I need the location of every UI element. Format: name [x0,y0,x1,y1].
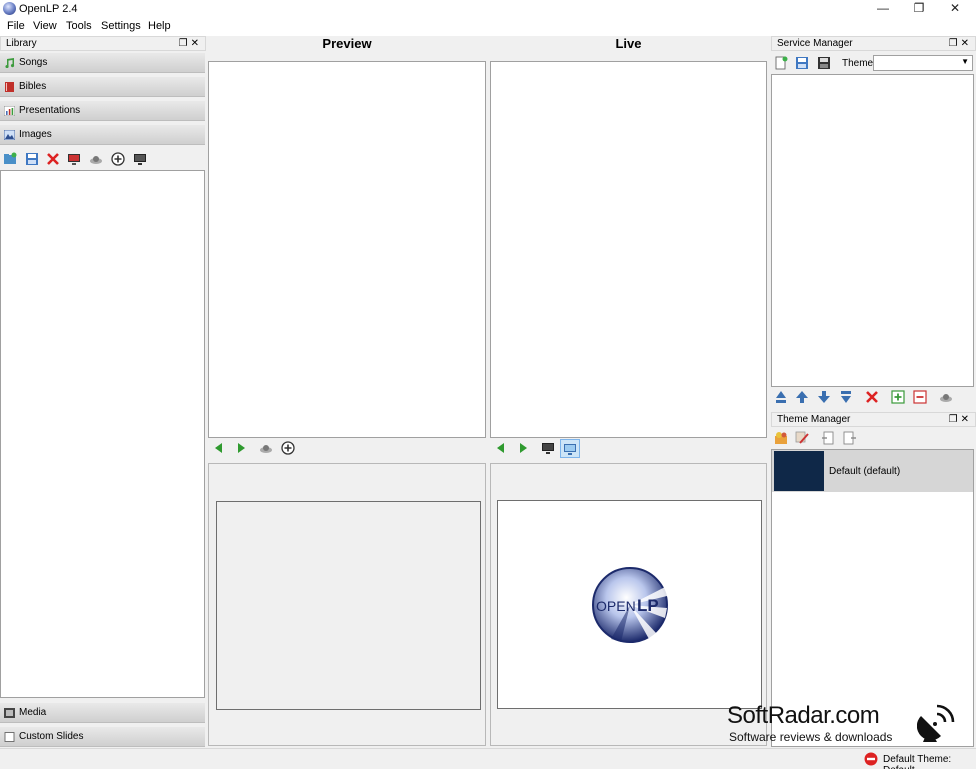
watermark-tagline: Software reviews & downloads [729,730,893,744]
theme-thumbnail [774,451,824,491]
section-label: Songs [19,57,48,68]
export-theme-icon[interactable] [843,431,857,445]
live-display: OPEN LP [497,500,762,709]
stop-icon [864,752,878,766]
blank-screen-icon[interactable] [541,441,555,455]
next-slide-icon[interactable] [234,441,248,455]
monitor-icon[interactable] [133,152,147,166]
library-dock-header: Library ❐✕ [0,36,206,51]
custom-slide-icon [4,732,15,742]
menu-file[interactable]: File [7,20,25,32]
menu-settings[interactable]: Settings [101,20,141,32]
service-manager-header: Service Manager ❐✕ [771,36,976,51]
section-label: Presentations [19,105,81,116]
openlp-app-icon [3,2,16,15]
menu-tools[interactable]: Tools [66,20,92,32]
add-to-service-icon[interactable] [281,441,295,455]
expand-all-icon[interactable] [891,390,905,404]
import-theme-icon[interactable] [821,431,835,445]
presentation-icon [4,106,15,116]
live-display-panel: OPEN LP [490,463,767,746]
theme-list-item[interactable]: Default (default) [772,450,973,492]
service-item-list[interactable] [771,74,974,387]
go-live-icon[interactable] [259,441,273,455]
logo-text-lp: LP [637,596,659,615]
title-bar: OpenLP 2.4 — ❐ ✕ [0,0,976,18]
edit-theme-icon[interactable] [795,431,809,445]
go-live-icon[interactable] [89,152,103,166]
film-icon [4,708,15,718]
bible-icon [5,82,14,92]
library-item-list[interactable] [0,170,205,698]
add-to-service-icon[interactable] [111,152,125,166]
softradar-watermark: SoftRadar.com Software reviews & downloa… [727,700,957,748]
logo-text-open: OPEN [596,598,636,614]
menu-help[interactable]: Help [148,20,171,32]
status-bar: Default Theme: Default [0,748,976,769]
previous-slide-icon[interactable] [494,441,508,455]
library-section-media[interactable]: Media [0,703,205,723]
live-title: Live [615,36,642,51]
close-window-button[interactable]: ✕ [932,0,976,18]
window-title: OpenLP 2.4 [19,3,78,15]
delete-item-icon[interactable] [865,390,879,404]
section-label: Custom Slides [19,731,84,742]
new-service-icon[interactable] [774,56,788,70]
move-to-top-icon[interactable] [774,390,788,404]
music-note-icon [5,58,15,68]
library-section-bibles[interactable]: Bibles [0,77,205,97]
preview-display [216,501,481,710]
save-service-icon[interactable] [817,56,831,70]
preview-slide-list[interactable] [208,61,486,438]
live-slide-list[interactable] [490,61,767,438]
new-folder-icon[interactable] [3,152,17,166]
show-desktop-toggle[interactable] [560,439,580,458]
chevron-down-icon: ▼ [961,57,969,66]
move-to-bottom-icon[interactable] [839,390,853,404]
library-section-songs[interactable]: Songs [0,53,205,73]
go-live-icon[interactable] [939,390,953,404]
satellite-dish-icon [917,704,955,742]
move-up-icon[interactable] [795,390,809,404]
service-theme-dropdown[interactable]: ▼ [873,55,973,71]
menu-view[interactable]: View [33,20,57,32]
library-dock-buttons[interactable]: ❐✕ [179,37,202,50]
library-section-images[interactable]: Images [0,125,205,145]
new-theme-icon[interactable] [774,431,788,445]
previous-slide-icon[interactable] [212,441,226,455]
theme-item-label: Default (default) [829,466,901,477]
theme-manager-header: Theme Manager ❐✕ [771,412,976,427]
theme-select-label: Theme: [842,58,876,69]
menu-bar: File View Tools Settings Help [0,18,976,36]
preview-title: Preview [322,36,372,51]
service-dock-buttons[interactable]: ❐✕ [949,37,972,50]
delete-icon[interactable] [46,152,60,166]
theme-manager-title: Theme Manager [777,414,851,425]
move-down-icon[interactable] [817,390,831,404]
desktop-icon [564,444,576,455]
library-title: Library [6,38,37,49]
next-slide-icon[interactable] [516,441,530,455]
openlp-logo: OPEN LP [592,567,668,643]
open-service-icon[interactable] [795,56,809,70]
save-icon[interactable] [25,152,39,166]
section-label: Media [19,707,47,718]
status-text: Default Theme: Default [883,754,952,769]
images-icon [4,130,15,140]
collapse-all-icon[interactable] [913,390,927,404]
preview-display-panel [208,463,486,746]
library-section-custom-slides[interactable]: Custom Slides [0,727,205,747]
service-manager-title: Service Manager [777,38,853,49]
preview-icon[interactable] [67,152,81,166]
library-section-presentations[interactable]: Presentations [0,101,205,121]
section-label: Images [19,129,52,140]
section-label: Bibles [19,81,47,92]
watermark-brand: SoftRadar.com [727,702,880,729]
theme-dock-buttons[interactable]: ❐✕ [949,413,972,426]
